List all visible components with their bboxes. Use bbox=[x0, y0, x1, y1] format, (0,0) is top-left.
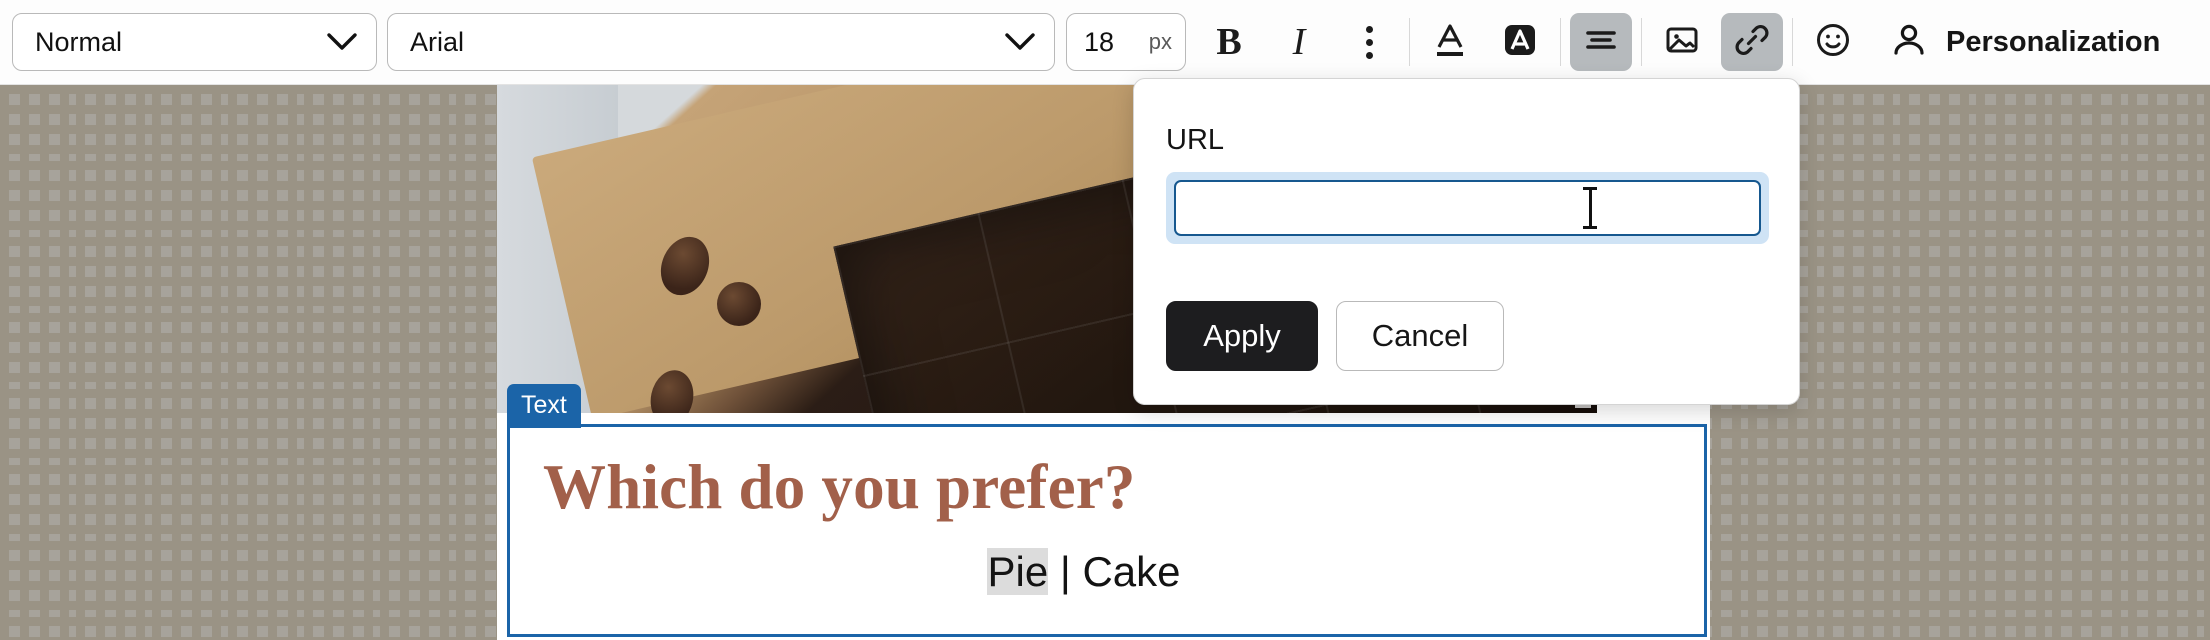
text-cake[interactable]: Cake bbox=[1082, 548, 1180, 595]
italic-label: I bbox=[1292, 21, 1306, 63]
bold-button[interactable]: B bbox=[1198, 13, 1260, 71]
canvas-stage: Text Which do you prefer? Pie | Cake bbox=[0, 85, 2210, 640]
image-icon bbox=[1662, 20, 1702, 65]
italic-button[interactable]: I bbox=[1268, 13, 1330, 71]
block-type-tag: Text bbox=[507, 384, 581, 428]
popup-button-row: Apply Cancel bbox=[1166, 301, 1767, 371]
link-url-popup: URL Apply Cancel bbox=[1133, 78, 1800, 405]
highlight-a-filled-icon bbox=[1500, 20, 1540, 65]
align-center-button[interactable] bbox=[1570, 13, 1632, 71]
text-color-button[interactable] bbox=[1419, 13, 1481, 71]
text-color-a-underline-icon bbox=[1430, 20, 1470, 65]
toolbar-divider bbox=[1792, 18, 1793, 66]
chevron-down-icon bbox=[326, 32, 358, 52]
font-family-select[interactable]: Arial bbox=[387, 13, 1055, 71]
vertical-dots-icon bbox=[1365, 25, 1373, 59]
chevron-down-icon bbox=[1004, 32, 1036, 52]
more-options-button[interactable] bbox=[1338, 13, 1400, 71]
emoji-button[interactable] bbox=[1802, 13, 1864, 71]
text-block-heading[interactable]: Which do you prefer? bbox=[543, 454, 1704, 520]
toolbar-divider bbox=[1641, 18, 1642, 66]
font-size-value: 18 bbox=[1084, 26, 1115, 57]
url-input[interactable] bbox=[1174, 180, 1761, 236]
url-field-label: URL bbox=[1166, 124, 1225, 156]
personalization-label: Personalization bbox=[1946, 25, 2161, 58]
editor-screen: Normal Arial 18 px B I Personalization T… bbox=[0, 0, 2210, 640]
smiley-face-icon bbox=[1812, 19, 1854, 66]
toolbar-divider bbox=[1560, 18, 1561, 66]
text-content-block[interactable]: Text Which do you prefer? Pie | Cake bbox=[507, 384, 1707, 637]
insert-link-button[interactable] bbox=[1721, 13, 1783, 71]
selected-text-pie[interactable]: Pie bbox=[987, 548, 1049, 596]
options-separator: | bbox=[1048, 548, 1083, 596]
align-center-icon bbox=[1581, 20, 1621, 65]
bold-label: B bbox=[1216, 21, 1242, 63]
font-family-value: Arial bbox=[410, 26, 465, 57]
font-size-input[interactable]: 18 px bbox=[1066, 13, 1186, 71]
cancel-button[interactable]: Cancel bbox=[1336, 301, 1504, 371]
highlight-color-button[interactable] bbox=[1489, 13, 1551, 71]
paragraph-style-value: Normal bbox=[35, 26, 123, 57]
paragraph-style-select[interactable]: Normal bbox=[12, 13, 377, 71]
toolbar-divider bbox=[1409, 18, 1410, 66]
photo-coffee-bean bbox=[717, 281, 761, 326]
text-block-options-line[interactable]: Pie | Cake bbox=[510, 548, 1704, 596]
formatting-toolbar: Normal Arial 18 px B I Personalization bbox=[0, 0, 2210, 85]
insert-image-button[interactable] bbox=[1651, 13, 1713, 71]
url-input-focus-ring bbox=[1166, 172, 1769, 244]
person-icon bbox=[1888, 19, 1930, 66]
link-chain-icon bbox=[1732, 20, 1772, 65]
font-size-unit: px bbox=[1148, 29, 1172, 54]
personalization-button[interactable]: Personalization bbox=[1888, 19, 2182, 66]
apply-button[interactable]: Apply bbox=[1166, 301, 1318, 371]
